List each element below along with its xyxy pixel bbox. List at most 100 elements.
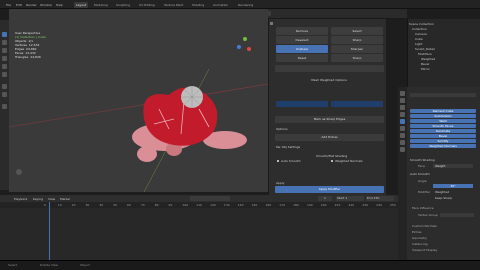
modifier-button[interactable]: Remesh Cube [410, 109, 476, 113]
rotate-tool-icon[interactable] [2, 56, 7, 61]
tab-uv-editing[interactable]: UV Editing [137, 2, 157, 8]
scene-tab-icon[interactable] [400, 112, 405, 117]
outliner-row[interactable]: Modifiers [409, 52, 479, 56]
playback-controls[interactable] [190, 196, 230, 201]
outliner-row[interactable]: Sculpt_Detail [409, 47, 479, 51]
view-menu[interactable]: View [48, 197, 55, 201]
tab-modeling[interactable]: Modeling [92, 2, 110, 8]
start-label: Start [337, 196, 345, 200]
modifier-button[interactable]: Smooth Faces [410, 124, 476, 128]
angle-field[interactable]: 30° [433, 184, 473, 188]
outliner-row[interactable]: Weighted [409, 57, 479, 61]
render-tab-icon[interactable] [400, 98, 405, 103]
options-label: Options [276, 127, 288, 131]
apply-modifier-button[interactable]: Apply Modifier [275, 186, 384, 193]
status-select: Select [8, 263, 18, 267]
gizmo-x [247, 47, 251, 51]
modifier-button[interactable]: Decimate [410, 129, 476, 133]
sharp-toggle-bar[interactable] [275, 65, 384, 72]
modifier-button[interactable]: Weld [410, 119, 476, 123]
weight-field-right[interactable] [331, 101, 383, 107]
playback-menu[interactable]: Playback [14, 197, 27, 201]
output-tab-icon[interactable] [400, 105, 405, 110]
status-object: Object [80, 263, 90, 267]
sharp-button[interactable]: Sharp [331, 36, 383, 44]
outliner-row[interactable]: Mirror [409, 67, 479, 71]
vertex-group-field[interactable] [440, 213, 474, 217]
deselect-button[interactable]: Deselect [276, 36, 328, 44]
gizmo-y [243, 37, 247, 41]
outliner-row[interactable]: Cube [409, 37, 479, 41]
outliner-row[interactable]: Scene Collection [409, 22, 479, 26]
mark-sharp-button[interactable]: Mark as Sharp Edges [275, 116, 384, 123]
tab-animation[interactable]: Animation [211, 2, 230, 8]
menu-window[interactable]: Window [40, 3, 52, 7]
auto-smooth-header: Auto Smooth [410, 172, 430, 176]
menu-help[interactable]: Help [56, 3, 63, 7]
x-axis-line [9, 83, 268, 128]
keep-sharp-label: Keep Sharp [435, 196, 453, 200]
scale-tool-icon[interactable] [2, 64, 7, 69]
remove-button[interactable]: Remove [276, 27, 328, 35]
tab-sculpting[interactable]: Sculpting [114, 2, 132, 8]
outliner-row[interactable]: Light [409, 42, 479, 46]
3d-viewport[interactable] [9, 9, 268, 192]
data-tab-icon[interactable] [400, 147, 405, 152]
tab-shading[interactable]: Shading [190, 2, 206, 8]
playhead[interactable] [49, 202, 50, 260]
measure-tool-icon[interactable] [2, 92, 7, 97]
outliner-row[interactable]: Camera [409, 32, 479, 36]
outliner-row[interactable]: Bevel [409, 62, 479, 66]
current-frame-field[interactable]: 1 [318, 196, 332, 201]
tab-layout[interactable]: Layout [74, 2, 89, 8]
marker-menu[interactable]: Marker [60, 197, 70, 201]
collapse-arrow-icon[interactable] [270, 22, 273, 25]
properties-search[interactable] [410, 93, 476, 97]
move-tool-icon[interactable] [2, 48, 7, 53]
unsharp-button[interactable]: Unsharp [276, 45, 328, 53]
add-extras-button[interactable]: Add Extras [275, 134, 384, 141]
vertex-group-label: Vertex Group [418, 213, 438, 217]
start-frame-field[interactable]: Start 1 [336, 196, 364, 201]
viewport-stats: User Perspective (1) Collection | Cube O… [15, 31, 46, 59]
tool-tab-icon[interactable] [400, 91, 405, 96]
timeline-tick-label: 240 [376, 203, 382, 207]
face-weight-dropdown[interactable]: Weight [433, 164, 473, 168]
menu-render[interactable]: Render [26, 3, 37, 7]
select-tool-icon[interactable] [2, 32, 7, 37]
end-frame-field[interactable]: End 250 [366, 196, 394, 201]
keying-menu[interactable]: Keying [33, 197, 43, 201]
particles-tab-icon[interactable] [400, 126, 405, 131]
constraints-tab-icon[interactable] [400, 140, 405, 145]
menu-file[interactable]: File [6, 3, 11, 7]
end-value: 250 [373, 196, 380, 200]
auto-smooth-label: Auto Smooth [281, 159, 301, 163]
extras-label: Extras [412, 230, 422, 234]
outliner-row[interactable]: Collection [409, 27, 479, 31]
timeline-tick-label: 0 [44, 203, 46, 207]
modifier-button[interactable]: Solidify [410, 139, 476, 143]
weight-field-left[interactable] [276, 101, 328, 107]
auto-smooth-checkbox[interactable] [277, 160, 279, 162]
timeline-tick-label: 220 [348, 203, 355, 207]
timeline-tick-label: 50 [113, 203, 118, 207]
modifier-tab-icon[interactable] [400, 119, 405, 124]
menu-edit[interactable]: Edit [16, 3, 22, 7]
sharpen-button[interactable]: Sharpen [331, 45, 383, 53]
sharp-button-2[interactable]: Sharp [331, 54, 383, 62]
cursor-tool-icon[interactable] [2, 40, 7, 45]
transform-tool-icon[interactable] [2, 72, 7, 77]
add-cube-tool-icon[interactable] [2, 104, 7, 109]
modifier-button[interactable]: Subdivision [410, 114, 476, 118]
tab-texture-paint[interactable]: Texture Paint [162, 2, 185, 8]
modifier-button[interactable]: Weighted Normals [410, 144, 476, 148]
modifier-button[interactable]: Bevel [410, 134, 476, 138]
reset-button[interactable]: Reset [276, 54, 328, 62]
physics-tab-icon[interactable] [400, 133, 405, 138]
tab-rendering[interactable]: Rendering [236, 2, 255, 8]
instancing-label: Instancing [412, 242, 428, 246]
select-button[interactable]: Select [331, 27, 383, 35]
weighted-normals-checkbox[interactable] [331, 160, 333, 162]
annotate-tool-icon[interactable] [2, 84, 7, 89]
weighted-options-header: Mesh Weighted Options [311, 78, 347, 82]
